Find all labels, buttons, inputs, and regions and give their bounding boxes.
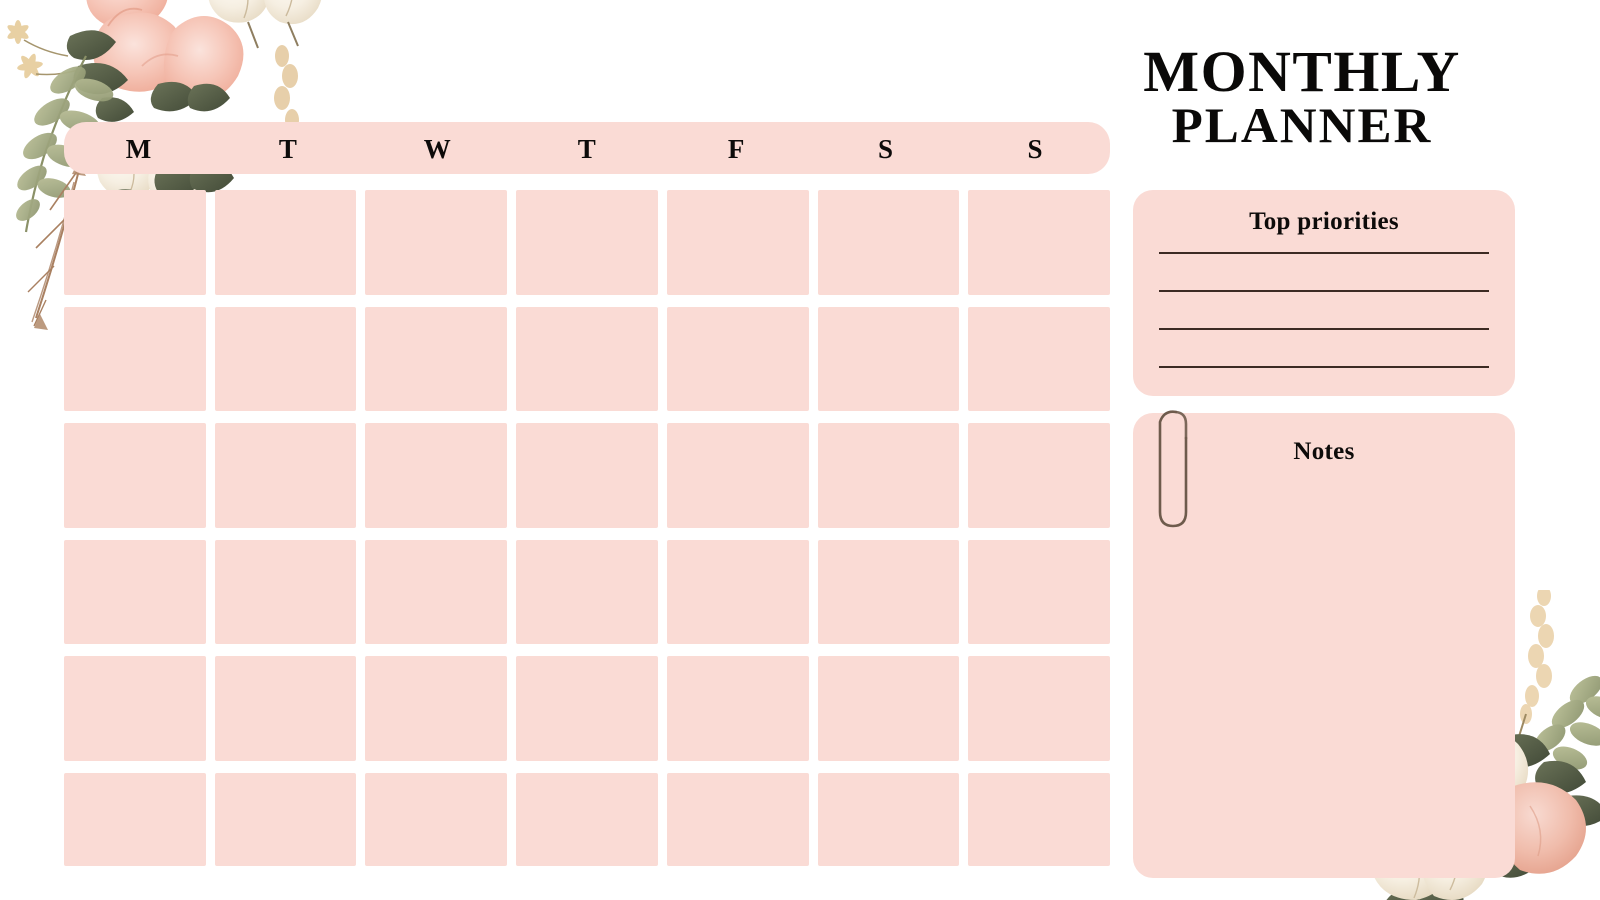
- calendar-grid: [64, 190, 1110, 866]
- weekday-saturday: S: [878, 133, 894, 164]
- calendar-day-cell[interactable]: [64, 539, 206, 645]
- priority-line-3[interactable]: [1159, 328, 1489, 330]
- weekday-header-bar: M T W T F S S: [64, 122, 1110, 174]
- calendar-day-cell[interactable]: [64, 772, 206, 866]
- calendar-day-cell[interactable]: [817, 656, 960, 761]
- calendar-day-cell[interactable]: [214, 656, 357, 761]
- calendar-day-cell[interactable]: [64, 306, 206, 412]
- calendar-day-cell[interactable]: [666, 539, 809, 645]
- calendar-day-cell[interactable]: [817, 306, 960, 412]
- planner-page: M T W T F S S MONTHLY PLANNER Top priori…: [0, 0, 1600, 900]
- calendar-day-cell[interactable]: [968, 539, 1110, 645]
- calendar-day-cell[interactable]: [365, 423, 508, 528]
- calendar-day-cell[interactable]: [64, 656, 206, 761]
- calendar-day-cell[interactable]: [516, 423, 658, 528]
- weekday-tuesday: T: [278, 133, 298, 164]
- calendar-day-cell[interactable]: [214, 772, 357, 866]
- calendar-day-cell[interactable]: [666, 423, 809, 528]
- calendar-day-cell[interactable]: [365, 306, 508, 412]
- weekday-wednesday: W: [423, 133, 452, 164]
- top-priorities-lines: [1159, 252, 1489, 368]
- calendar-day-cell[interactable]: [817, 539, 960, 645]
- calendar-day-cell[interactable]: [214, 423, 357, 528]
- calendar-day-cell[interactable]: [516, 306, 658, 412]
- calendar-day-cell[interactable]: [214, 306, 357, 412]
- priority-line-4[interactable]: [1159, 366, 1489, 368]
- paperclip-icon: [1158, 410, 1188, 528]
- calendar-day-cell[interactable]: [64, 423, 206, 528]
- calendar-day-cell[interactable]: [968, 423, 1110, 528]
- calendar-day-cell[interactable]: [817, 772, 960, 866]
- page-title-line-1: MONTHLY: [1143, 39, 1461, 104]
- page-title-line-2: PLANNER: [1171, 97, 1433, 154]
- calendar-day-cell[interactable]: [666, 772, 809, 866]
- calendar-day-cell[interactable]: [516, 656, 658, 761]
- calendar-day-cell[interactable]: [365, 772, 508, 866]
- calendar-day-cell[interactable]: [666, 190, 809, 295]
- calendar-day-cell[interactable]: [817, 423, 960, 528]
- weekday-friday: F: [727, 133, 745, 164]
- calendar-day-cell[interactable]: [516, 772, 658, 866]
- calendar-day-cell[interactable]: [968, 306, 1110, 412]
- calendar-day-cell[interactable]: [666, 656, 809, 761]
- calendar-day-cell[interactable]: [516, 539, 658, 645]
- calendar-day-cell[interactable]: [968, 190, 1110, 295]
- calendar-day-cell[interactable]: [968, 772, 1110, 866]
- top-priorities-card[interactable]: Top priorities: [1133, 190, 1515, 396]
- calendar-day-cell[interactable]: [365, 539, 508, 645]
- top-priorities-heading: Top priorities: [1249, 208, 1399, 235]
- calendar-day-cell[interactable]: [64, 190, 206, 295]
- calendar-day-cell[interactable]: [968, 656, 1110, 761]
- calendar-day-cell[interactable]: [365, 190, 508, 295]
- calendar-day-cell[interactable]: [214, 539, 357, 645]
- calendar-day-cell[interactable]: [214, 190, 357, 295]
- priority-line-2[interactable]: [1159, 290, 1489, 292]
- calendar-day-cell[interactable]: [516, 190, 658, 295]
- page-title: MONTHLY PLANNER: [1092, 42, 1512, 152]
- weekday-thursday: T: [577, 133, 597, 164]
- weekday-monday: M: [125, 133, 152, 164]
- calendar-day-cell[interactable]: [817, 190, 960, 295]
- calendar-day-cell[interactable]: [365, 656, 508, 761]
- priority-line-1[interactable]: [1159, 252, 1489, 254]
- calendar-day-cell[interactable]: [666, 306, 809, 412]
